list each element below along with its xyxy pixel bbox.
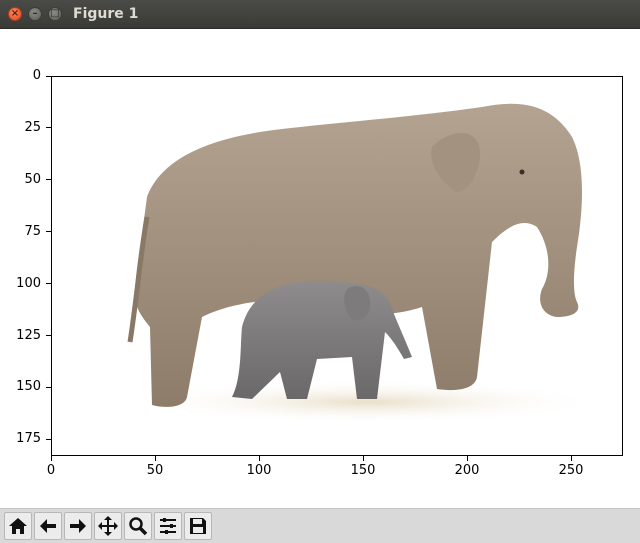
y-tick-mark <box>46 386 51 388</box>
y-tick-mark <box>46 75 51 77</box>
y-tick-label: 175 <box>16 431 41 447</box>
home-icon <box>9 518 27 534</box>
x-tick-mark <box>362 456 364 461</box>
forward-arrow-icon <box>70 519 86 533</box>
zoom-icon <box>129 517 148 536</box>
pan-icon <box>98 516 118 536</box>
maximize-button[interactable]: □ <box>48 7 62 21</box>
pan-button[interactable] <box>94 512 122 540</box>
y-tick-label: 100 <box>16 275 41 291</box>
y-tick-mark <box>46 231 51 233</box>
x-tick-mark <box>50 456 52 461</box>
y-tick-label: 0 <box>32 68 41 83</box>
minimize-icon: – <box>32 8 38 19</box>
navigation-toolbar <box>0 508 640 543</box>
zoom-button[interactable] <box>124 512 152 540</box>
configure-subplots-button[interactable] <box>154 512 182 540</box>
x-tick-label: 250 <box>558 463 584 478</box>
save-button[interactable] <box>184 512 212 540</box>
x-tick-label: 150 <box>350 463 376 478</box>
title-bar: × – □ Figure 1 <box>0 0 640 29</box>
plot-axes[interactable] <box>51 76 623 456</box>
home-button[interactable] <box>4 512 32 540</box>
save-icon <box>190 518 206 534</box>
x-tick-label: 200 <box>454 463 480 478</box>
x-tick-mark <box>570 456 572 461</box>
forward-button[interactable] <box>64 512 92 540</box>
back-button[interactable] <box>34 512 62 540</box>
y-tick-label: 25 <box>24 119 41 135</box>
x-tick-label: 50 <box>146 463 164 478</box>
y-tick-mark <box>46 283 51 285</box>
y-tick-label: 125 <box>16 327 41 343</box>
y-tick-label: 75 <box>24 223 41 239</box>
y-tick-mark <box>46 438 51 440</box>
y-tick-mark <box>46 127 51 129</box>
x-tick-label: 0 <box>46 463 56 478</box>
x-tick-mark <box>258 456 260 461</box>
close-icon: × <box>10 8 20 19</box>
back-arrow-icon <box>40 519 56 533</box>
y-tick-label: 50 <box>24 171 41 187</box>
x-tick-mark <box>466 456 468 461</box>
window-title: Figure 1 <box>73 6 139 22</box>
maximize-icon: □ <box>50 8 60 19</box>
y-tick-mark <box>46 179 51 181</box>
configure-subplots-icon <box>160 518 176 534</box>
y-tick-mark <box>46 335 51 337</box>
y-tick-label: 150 <box>16 379 41 395</box>
minimize-button[interactable]: – <box>28 7 42 21</box>
elephant-image <box>127 103 607 424</box>
close-button[interactable]: × <box>8 7 22 21</box>
x-tick-label: 100 <box>246 463 272 478</box>
x-tick-mark <box>154 456 156 461</box>
